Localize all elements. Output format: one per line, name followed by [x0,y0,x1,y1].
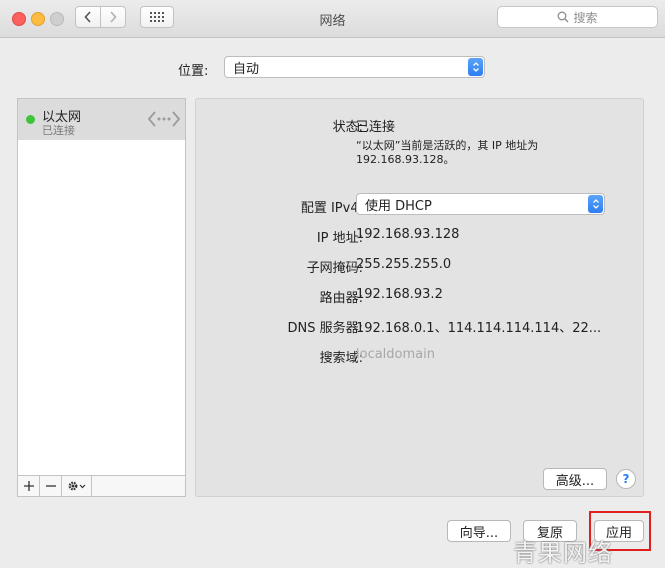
router-value: 192.168.93.2 [356,287,443,302]
location-value: 自动 [233,61,260,77]
location-popup[interactable]: 自动 [224,56,485,78]
subnet-mask-label: 子网掩码: [306,261,363,276]
status-note-line1: “以太网”当前是活跃的，其 IP 地址为 [356,139,539,152]
popup-stepper-icon [588,195,603,213]
service-status: 已连接 [42,124,75,137]
search-icon [558,11,569,23]
assist-me-button[interactable]: 向导... [447,520,511,542]
plus-icon [23,481,34,491]
ip-address-value: 192.168.93.128 [356,227,460,242]
search-placeholder: 搜索 [573,10,598,25]
service-list: 以太网 已连接 [17,98,186,497]
action-menu-button[interactable] [62,476,92,496]
location-label: 位置: [178,64,209,79]
config-ipv4-popup[interactable]: 使用 DHCP [356,193,605,215]
remove-service-button[interactable] [40,476,62,496]
config-ipv4-label: 配置 IPv4: [300,201,363,216]
help-button[interactable]: ? [616,469,636,489]
service-list-toolbar [18,475,185,496]
config-ipv4-value: 使用 DHCP [365,198,432,214]
dns-server-value: 192.168.0.1、114.114.114.114、22... [356,321,602,336]
minus-icon [45,485,56,487]
title-bar: 网络 搜索 [0,0,665,38]
add-service-button[interactable] [18,476,40,496]
dns-server-label: DNS 服务器: [287,321,364,336]
search-domain-value: localdomain [356,347,435,362]
status-note-line2: 192.168.93.128。 [356,153,455,166]
ethernet-icon [148,111,180,127]
search-input[interactable]: 搜索 [497,6,658,28]
gear-icon [68,481,85,491]
subnet-mask-value: 255.255.255.0 [356,257,452,272]
status-value: 已连接 [356,120,396,135]
popup-stepper-icon [468,58,483,76]
service-item-ethernet[interactable]: 以太网 已连接 [18,99,185,140]
status-dot [26,115,35,124]
advanced-button[interactable]: 高级... [543,468,607,490]
